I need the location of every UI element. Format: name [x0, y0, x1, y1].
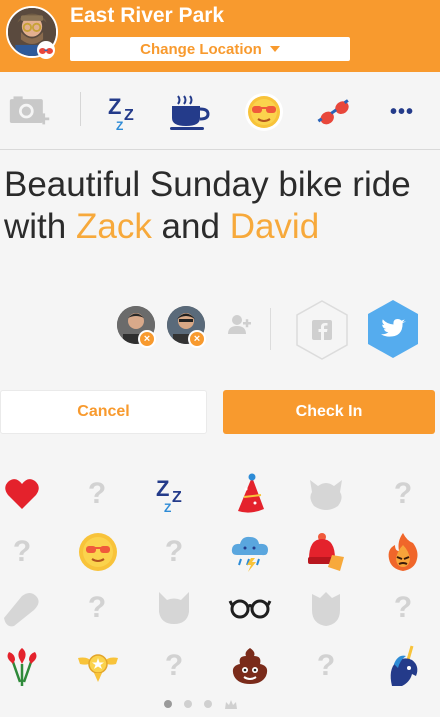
unknown-sticker[interactable]: ?	[304, 644, 348, 688]
svg-text:Z: Z	[164, 501, 171, 514]
angry-flame-sticker-icon[interactable]	[381, 530, 425, 574]
cancel-button[interactable]: Cancel	[0, 390, 207, 434]
question-mark-icon: ?	[393, 591, 413, 624]
sun-sunglasses-icon[interactable]	[242, 90, 286, 134]
sunglasses-badge-icon	[36, 40, 56, 60]
add-friend-icon[interactable]	[226, 312, 252, 338]
locked-sticker-silhouette[interactable]	[0, 586, 44, 630]
winged-badge-sticker-icon[interactable]	[76, 644, 120, 688]
place-title: East River Park	[70, 4, 225, 27]
tagged-friend-zack[interactable]: Zack	[76, 207, 152, 246]
question-mark-icon: ?	[87, 477, 107, 510]
question-mark-icon: ?	[164, 535, 184, 568]
toolbar-divider	[80, 92, 81, 126]
remove-friend-zack-button[interactable]: ×	[138, 330, 156, 348]
coffee-cup-icon[interactable]	[168, 90, 212, 134]
unknown-sticker[interactable]: ?	[152, 530, 196, 574]
locked-sticker-silhouette[interactable]	[304, 472, 348, 516]
pager-dot[interactable]	[184, 700, 192, 708]
flowers-sticker-icon[interactable]	[0, 644, 44, 688]
change-location-label: Change Location	[140, 40, 262, 58]
unknown-sticker[interactable]: ?	[152, 644, 196, 688]
question-mark-icon: ?	[12, 535, 32, 568]
svg-text:Z: Z	[116, 119, 123, 132]
heart-sticker-icon[interactable]	[0, 472, 44, 516]
unknown-sticker[interactable]: ?	[0, 530, 44, 574]
sunglasses-icon[interactable]	[312, 90, 356, 134]
rain-cloud-sticker-icon[interactable]	[228, 530, 272, 574]
pager-dot-active[interactable]	[164, 700, 172, 708]
crown-icon[interactable]	[224, 698, 238, 710]
locked-sticker-silhouette[interactable]	[152, 586, 196, 630]
poop-sticker-icon[interactable]	[228, 644, 272, 688]
question-mark-icon: ?	[393, 477, 413, 510]
sun-sunglasses-sticker-icon[interactable]	[76, 530, 120, 574]
svg-text:Z: Z	[172, 489, 182, 506]
add-photo-icon[interactable]	[8, 90, 52, 134]
twitter-share-toggle[interactable]	[362, 298, 424, 360]
share-divider	[270, 308, 271, 350]
svg-text:Z: Z	[156, 476, 169, 501]
sticker-grid: ? ZZZ ? ? ? ? ? ? ?	[0, 470, 440, 690]
post-text[interactable]: Beautiful Sunday bike ride with Zack and…	[4, 164, 434, 248]
facebook-share-toggle[interactable]	[291, 299, 353, 361]
pager-dot[interactable]	[204, 700, 212, 708]
unknown-sticker[interactable]: ?	[381, 586, 425, 630]
check-in-button[interactable]: Check In	[223, 390, 435, 434]
unknown-sticker[interactable]: ?	[75, 586, 119, 630]
tagged-friend-david[interactable]: David	[230, 207, 319, 246]
chevron-down-icon	[269, 46, 280, 52]
change-location-button[interactable]: Change Location	[70, 37, 350, 61]
question-mark-icon: ?	[87, 591, 107, 624]
more-icon[interactable]: •••	[380, 90, 424, 134]
locked-sticker-silhouette[interactable]	[304, 586, 348, 630]
sleep-zzz-sticker-icon[interactable]: ZZZ	[152, 472, 196, 516]
glasses-sticker-icon[interactable]	[228, 586, 272, 630]
unknown-sticker[interactable]: ?	[381, 472, 425, 516]
svg-text:Z: Z	[124, 107, 134, 124]
unknown-sticker[interactable]: ?	[75, 472, 119, 516]
remove-friend-david-button[interactable]: ×	[188, 330, 206, 348]
svg-text:Z: Z	[108, 94, 121, 119]
sticker-pager	[164, 697, 264, 711]
question-mark-icon: ?	[316, 649, 336, 682]
unicorn-sticker-icon[interactable]	[381, 644, 425, 688]
sleep-zzz-icon[interactable]: Z Z Z	[104, 90, 148, 134]
sticker-toolbar: Z Z Z •••	[0, 72, 440, 150]
question-mark-icon: ?	[164, 649, 184, 682]
party-hat-sticker-icon[interactable]	[228, 472, 272, 516]
app-header: East River Park Change Location	[0, 0, 440, 72]
post-text-joiner: and	[151, 207, 230, 246]
beanie-hat-sticker-icon[interactable]	[304, 530, 348, 574]
